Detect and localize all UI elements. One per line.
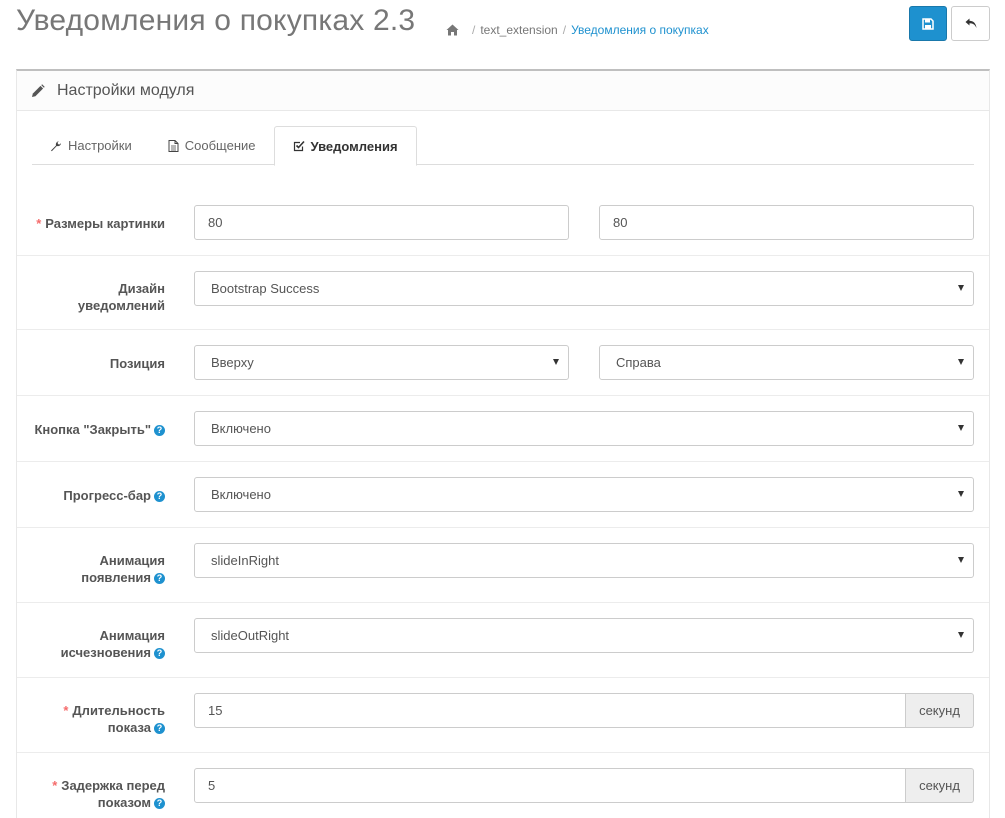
input-value: 15 [208, 703, 223, 718]
breadcrumb-separator: / [562, 23, 567, 37]
form-row-progress-bar: Прогресс-бар? Включено [17, 461, 989, 527]
help-icon[interactable]: ? [154, 573, 165, 584]
label-text: появления [81, 570, 151, 585]
position-label: Позиция [110, 355, 165, 372]
label-text: Позиция [109, 356, 165, 371]
tab-label: Настройки [68, 138, 132, 153]
progress-bar-select[interactable]: Включено [194, 477, 974, 512]
tab-bar: Настройки Сообщение Уведомления [32, 126, 974, 166]
caret-down-icon [958, 491, 964, 497]
input-value: 80 [613, 215, 628, 230]
tab-message[interactable]: Сообщение [150, 126, 274, 165]
delay-label: * Задержка перед показом? [52, 777, 165, 811]
tab-label: Сообщение [184, 138, 256, 153]
tab-settings[interactable]: Настройки [32, 126, 150, 165]
floppy-disk-icon [922, 17, 934, 30]
close-button-select[interactable]: Включено [194, 411, 974, 446]
check-square-icon [293, 140, 305, 152]
caret-down-icon [958, 285, 964, 291]
breadcrumb-item-extension[interactable]: text_extension [480, 23, 557, 37]
duration-input[interactable]: 15 [194, 693, 906, 728]
breadcrumb-separator: / [472, 23, 476, 37]
label-text: Задержка перед [61, 778, 165, 793]
label-text: Кнопка "Закрыть" [34, 422, 151, 437]
label-text: исчезновения [60, 645, 151, 660]
delay-unit-addon: секунд [906, 768, 974, 803]
select-value: slideOutRight [211, 628, 290, 643]
input-value: 80 [208, 215, 223, 230]
help-icon[interactable]: ? [154, 491, 165, 502]
animation-in-label: Анимация появления? [81, 552, 165, 586]
caret-down-icon [958, 557, 964, 563]
label-text: Анимация [99, 553, 165, 568]
close-button-label: Кнопка "Закрыть"? [34, 421, 165, 438]
file-text-icon [168, 139, 179, 152]
animation-out-label: Анимация исчезновения? [61, 627, 165, 661]
select-value: Включено [211, 421, 271, 436]
help-icon[interactable]: ? [154, 648, 165, 659]
back-button[interactable] [951, 6, 990, 41]
label-text: уведомлений [77, 298, 165, 313]
position-horizontal-select[interactable]: Справа [599, 345, 974, 380]
wrench-icon [51, 140, 61, 151]
label-text: Анимация [99, 628, 165, 643]
label-text: Прогресс-бар [63, 488, 151, 503]
tab-notifications[interactable]: Уведомления [273, 126, 417, 166]
select-value: Bootstrap Success [211, 281, 320, 296]
breadcrumb: / text_extension / Уведомления о покупка… [446, 23, 709, 37]
required-marker: * [63, 703, 69, 718]
label-text: показа [107, 720, 151, 735]
label-text: Размеры картинки [45, 216, 165, 231]
image-size-label: * Размеры картинки [36, 215, 165, 232]
required-marker: * [36, 216, 42, 231]
select-value: slideInRight [211, 553, 279, 568]
animation-out-select[interactable]: slideOutRight [194, 618, 974, 653]
label-text: Длительность [72, 703, 165, 718]
animation-in-select[interactable]: slideInRight [194, 543, 974, 578]
settings-panel: Настройки модуля Настройки Сообщение Уве… [16, 69, 990, 818]
save-button[interactable] [909, 6, 947, 41]
form-row-position: Позиция Вверху Справа [17, 329, 989, 395]
form-row-design: Дизайн уведомлений Bootstrap Success [17, 255, 989, 329]
label-text: показом [97, 795, 151, 810]
caret-down-icon [958, 632, 964, 638]
duration-unit-addon: секунд [906, 693, 974, 728]
required-marker: * [52, 778, 58, 793]
home-icon[interactable] [446, 24, 459, 36]
form-row-animation-out: Анимация исчезновения? slideOutRight [17, 602, 989, 677]
caret-down-icon [553, 359, 559, 365]
form-row-duration: * Длительность показа? 15 секунд [17, 677, 989, 752]
page-title: Уведомления о покупках 2.3 [16, 4, 416, 37]
design-select[interactable]: Bootstrap Success [194, 271, 974, 306]
image-width-input[interactable]: 80 [194, 205, 569, 240]
help-icon[interactable]: ? [154, 798, 165, 809]
position-vertical-select[interactable]: Вверху [194, 345, 569, 380]
image-height-input[interactable]: 80 [599, 205, 974, 240]
select-value: Включено [211, 487, 271, 502]
pencil-icon [32, 83, 45, 97]
panel-heading: Настройки модуля [17, 71, 989, 111]
reply-icon [965, 18, 976, 28]
caret-down-icon [958, 359, 964, 365]
select-value: Справа [616, 355, 661, 370]
select-value: Вверху [211, 355, 254, 370]
delay-input[interactable]: 5 [194, 768, 906, 803]
tab-label: Уведомления [310, 138, 398, 154]
form-row-animation-in: Анимация появления? slideInRight [17, 527, 989, 602]
label-text: Дизайн [118, 281, 165, 296]
panel-title: Настройки модуля [57, 81, 195, 99]
caret-down-icon [958, 425, 964, 431]
design-label: Дизайн уведомлений [78, 280, 165, 314]
help-icon[interactable]: ? [154, 723, 165, 734]
input-value: 5 [208, 778, 216, 793]
duration-label: * Длительность показа? [63, 702, 165, 736]
form-row-delay: * Задержка перед показом? 5 секунд [17, 752, 989, 818]
form-row-image-size: * Размеры картинки 80 80 [17, 189, 989, 255]
form-row-close-button: Кнопка "Закрыть"? Включено [17, 395, 989, 461]
breadcrumb-item-current[interactable]: Уведомления о покупках [571, 23, 709, 37]
help-icon[interactable]: ? [154, 425, 165, 436]
progress-bar-label: Прогресс-бар? [63, 487, 165, 504]
